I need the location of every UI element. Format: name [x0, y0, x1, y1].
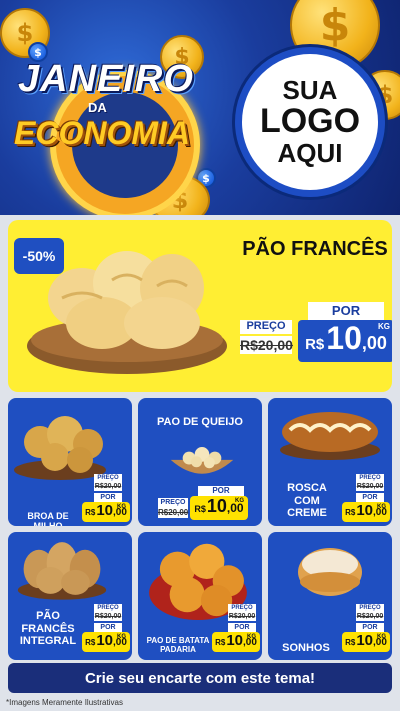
new-price: R$ 10 ,00 KG — [298, 320, 392, 362]
unit-label: KG — [235, 498, 244, 504]
new-price: R$ 10 ,00 KG — [342, 632, 390, 652]
currency-symbol: R$ — [345, 638, 356, 647]
new-price: R$ 10 ,00 KG — [212, 632, 260, 652]
disclaimer-note: *Imagens Meramente Ilustrativas — [6, 698, 123, 707]
product-name: BROA DE MILHO — [27, 511, 69, 526]
pao-de-queijo-image — [170, 447, 234, 474]
price-integer: 10 — [356, 632, 373, 649]
title-da: DA — [88, 100, 107, 115]
old-price: R$20,00 — [94, 612, 122, 621]
product-name: ROSCA COM CREME — [287, 482, 327, 520]
new-price: R$ 10 ,00 KG — [82, 632, 130, 652]
new-price-label: POR — [308, 302, 384, 320]
old-price-label: PREÇO — [228, 604, 256, 612]
new-price-label: POR — [94, 623, 122, 632]
unit-label: KG — [117, 634, 126, 640]
currency-symbol: R$ — [85, 508, 96, 517]
product-card-sonhos[interactable]: SONHOS PREÇO R$20,00 POR R$ 10 ,00 KG — [268, 532, 392, 660]
old-price-label: PREÇO — [158, 498, 188, 507]
product-name: PAO DE BATATA PADARIA — [146, 636, 210, 655]
new-price-label: POR — [94, 493, 122, 502]
sonho-image — [298, 548, 362, 596]
featured-product-card[interactable]: -50% PÃO FRANCÊS PREÇO R$20,00 POR R$ 10… — [8, 220, 392, 392]
product-name: PÃO FRANCÊS INTEGRAL — [19, 610, 77, 648]
unit-label: KG — [377, 504, 386, 510]
new-price-label: POR — [228, 623, 256, 632]
old-price: R$20,00 — [356, 612, 384, 621]
product-name: PAO DE QUEIJO — [157, 416, 243, 428]
price-decimal: ,00 — [361, 333, 387, 353]
old-price-label: PREÇO — [240, 320, 292, 334]
title-janeiro: JANEIRO — [18, 58, 194, 100]
old-price: R$20,00 — [356, 482, 384, 491]
old-price: R$20,00 — [240, 336, 293, 354]
old-price: R$20,00 — [158, 507, 189, 518]
price-integer: 10 — [96, 632, 113, 649]
currency-symbol: R$ — [194, 504, 206, 514]
unit-label: KG — [377, 634, 386, 640]
discount-badge: -50% — [14, 238, 64, 274]
unit-label: KG — [378, 322, 390, 331]
rosca-image — [280, 412, 380, 460]
new-price: R$ 10 ,00 KG — [190, 496, 248, 520]
old-price-label: PREÇO — [356, 474, 384, 482]
new-price: R$ 10 ,00 KG — [342, 502, 390, 522]
price-integer: 10 — [206, 496, 227, 516]
old-price: R$20,00 — [228, 612, 256, 621]
currency-symbol: R$ — [345, 508, 356, 517]
logo-placeholder[interactable]: SUA LOGO AQUI — [235, 47, 385, 197]
broa-image — [14, 416, 106, 480]
pao-integral-image — [17, 542, 107, 600]
currency-symbol: R$ — [85, 638, 96, 647]
header-banner: $ $ $ $ $ $ $ JANEIRO DA ECONOMIA SUA LO… — [0, 0, 400, 215]
unit-label: KG — [247, 634, 256, 640]
product-card-pao-de-batata[interactable]: PAO DE BATATA PADARIA PREÇO R$20,00 POR … — [138, 532, 262, 660]
price-integer: 10 — [96, 502, 113, 519]
old-price-label: PREÇO — [356, 604, 384, 612]
unit-label: KG — [117, 504, 126, 510]
new-price-label: POR — [198, 486, 244, 496]
price-integer: 10 — [326, 320, 362, 356]
logo-text-line3: AQUI — [277, 137, 343, 168]
product-name: SONHOS — [282, 642, 330, 654]
price-integer: 10 — [226, 632, 243, 649]
old-price-label: PREÇO — [94, 604, 122, 612]
old-price-label: PREÇO — [94, 474, 122, 482]
old-price: R$20,00 — [94, 482, 122, 491]
logo-text-line2: LOGO — [259, 102, 361, 141]
currency-symbol: R$ — [215, 638, 226, 647]
currency-symbol: R$ — [305, 336, 325, 353]
new-price-label: POR — [356, 493, 384, 502]
featured-product-name: PÃO FRANCÊS — [242, 238, 388, 260]
title-economia: ECONOMIA — [14, 115, 190, 151]
create-flyer-button[interactable]: Crie seu encarte com este tema! — [8, 663, 392, 693]
product-card-rosca-com-creme[interactable]: ROSCA COM CREME PREÇO R$20,00 POR R$ 10 … — [268, 398, 392, 526]
product-card-broa-de-milho[interactable]: BROA DE MILHO PREÇO R$20,00 POR R$ 10 ,0… — [8, 398, 132, 526]
new-price-label: POR — [356, 623, 384, 632]
product-card-pao-de-queijo[interactable]: PAO DE QUEIJO POR PREÇO R$20,00 R$ 10 ,0… — [138, 398, 262, 526]
product-card-pao-frances-integral[interactable]: PÃO FRANCÊS INTEGRAL PREÇO R$20,00 POR R… — [8, 532, 132, 660]
logo-text-line1: SUA — [282, 74, 338, 105]
new-price: R$ 10 ,00 KG — [82, 502, 130, 522]
price-integer: 10 — [356, 502, 373, 519]
